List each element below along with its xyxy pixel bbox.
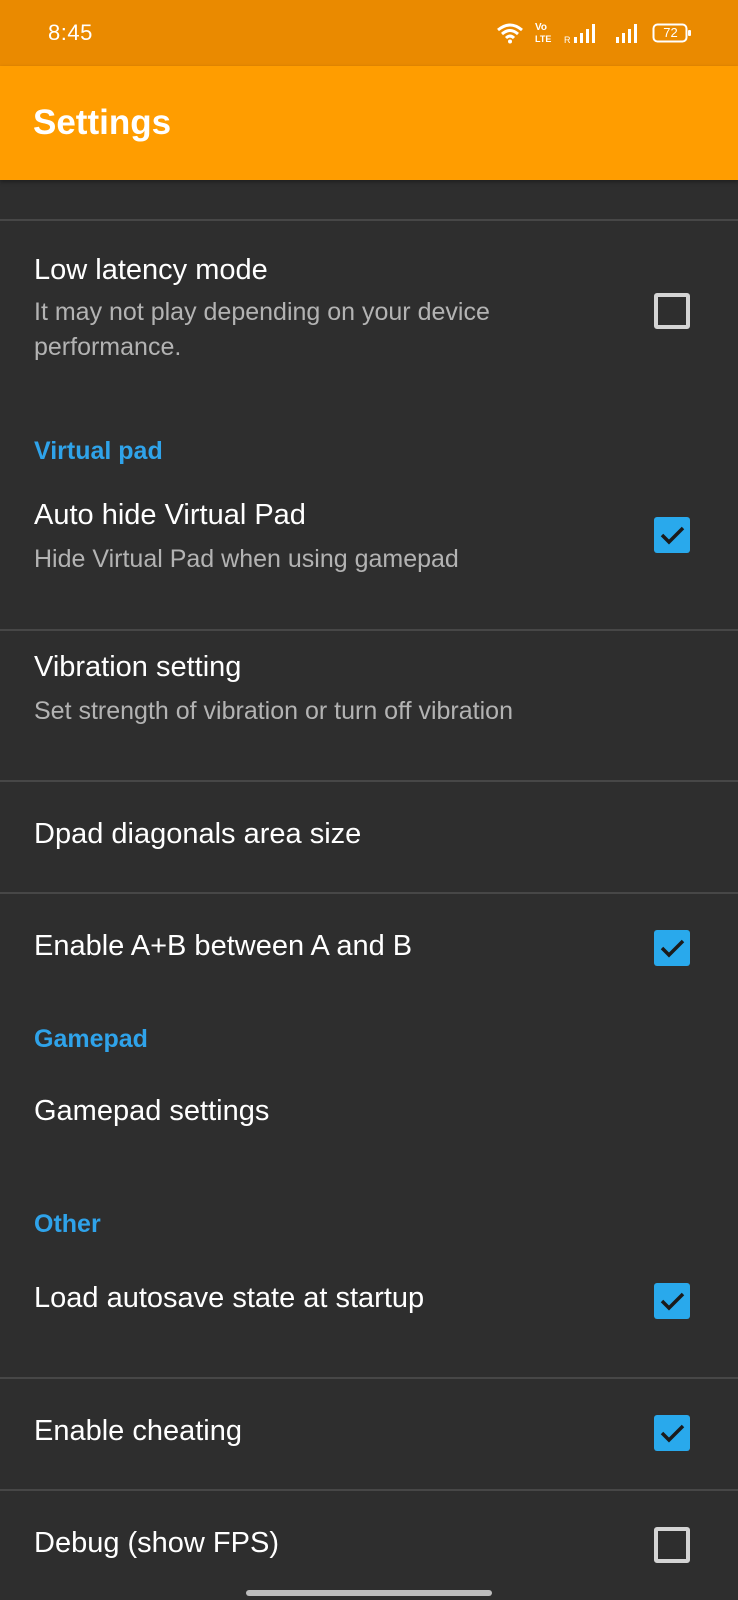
setting-title: Vibration setting xyxy=(34,651,242,683)
enable-cheating-checkbox[interactable] xyxy=(654,1415,690,1451)
volte-icon: Vo LTE xyxy=(534,20,556,46)
setting-title: Debug (show FPS) xyxy=(34,1527,279,1559)
app-bar: Settings xyxy=(0,66,738,180)
gesture-nav-handle[interactable] xyxy=(246,1590,492,1596)
checkmark-icon xyxy=(660,1292,685,1311)
signal-icon: R xyxy=(564,22,604,44)
setting-summary: Set strength of vibration or turn off vi… xyxy=(34,697,513,725)
debug-fps-checkbox[interactable] xyxy=(654,1527,690,1563)
status-icons: Vo LTE R 72 xyxy=(496,18,692,48)
checkmark-icon xyxy=(660,1424,685,1443)
signal-icon xyxy=(614,22,642,44)
battery-level: 72 xyxy=(663,25,678,40)
svg-text:R: R xyxy=(564,35,571,44)
svg-text:LTE: LTE xyxy=(535,34,551,44)
auto-hide-checkbox[interactable] xyxy=(654,517,690,553)
setting-debug-fps[interactable]: Debug (show FPS) xyxy=(0,1491,738,1600)
setting-summary: Hide Virtual Pad when using gamepad xyxy=(34,545,459,573)
category-other: Other xyxy=(34,1210,101,1238)
category-virtual-pad: Virtual pad xyxy=(34,437,163,465)
setting-summary: It may not play depending on your device… xyxy=(34,298,490,361)
setting-gamepad-settings[interactable]: Gamepad settings xyxy=(0,1068,738,1168)
setting-title: Low latency mode xyxy=(34,254,268,286)
svg-text:Vo: Vo xyxy=(535,22,547,33)
enable-ab-checkbox[interactable] xyxy=(654,930,690,966)
setting-enable-ab[interactable]: Enable A+B between A and B xyxy=(0,894,738,1004)
setting-enable-cheating[interactable]: Enable cheating xyxy=(0,1379,738,1489)
battery-icon: 72 xyxy=(652,22,692,44)
low-latency-checkbox[interactable] xyxy=(654,293,690,329)
checkmark-icon xyxy=(660,939,685,958)
setting-load-autosave[interactable]: Load autosave state at startup xyxy=(0,1253,738,1355)
status-time: 8:45 xyxy=(48,20,93,45)
load-autosave-checkbox[interactable] xyxy=(654,1283,690,1319)
settings-list[interactable]: Low latency mode It may not play dependi… xyxy=(0,180,738,1600)
status-bar: 8:45 Vo LTE R 72 xyxy=(0,0,738,66)
setting-vibration[interactable]: Vibration setting Set strength of vibrat… xyxy=(0,631,738,777)
setting-dpad-diagonals[interactable]: Dpad diagonals area size xyxy=(0,782,738,892)
setting-title: Enable A+B between A and B xyxy=(34,930,413,962)
setting-title: Load autosave state at startup xyxy=(34,1282,425,1314)
wifi-icon xyxy=(496,22,524,44)
checkmark-icon xyxy=(660,526,685,545)
setting-title: Auto hide Virtual Pad xyxy=(34,499,306,531)
setting-auto-hide-virtual-pad[interactable]: Auto hide Virtual Pad Hide Virtual Pad w… xyxy=(0,480,738,610)
page-title: Settings xyxy=(33,103,172,142)
setting-low-latency-mode[interactable]: Low latency mode It may not play dependi… xyxy=(0,221,738,401)
category-gamepad: Gamepad xyxy=(34,1025,148,1053)
setting-title: Gamepad settings xyxy=(34,1095,270,1127)
setting-title: Enable cheating xyxy=(34,1415,242,1447)
setting-title: Dpad diagonals area size xyxy=(34,818,362,850)
